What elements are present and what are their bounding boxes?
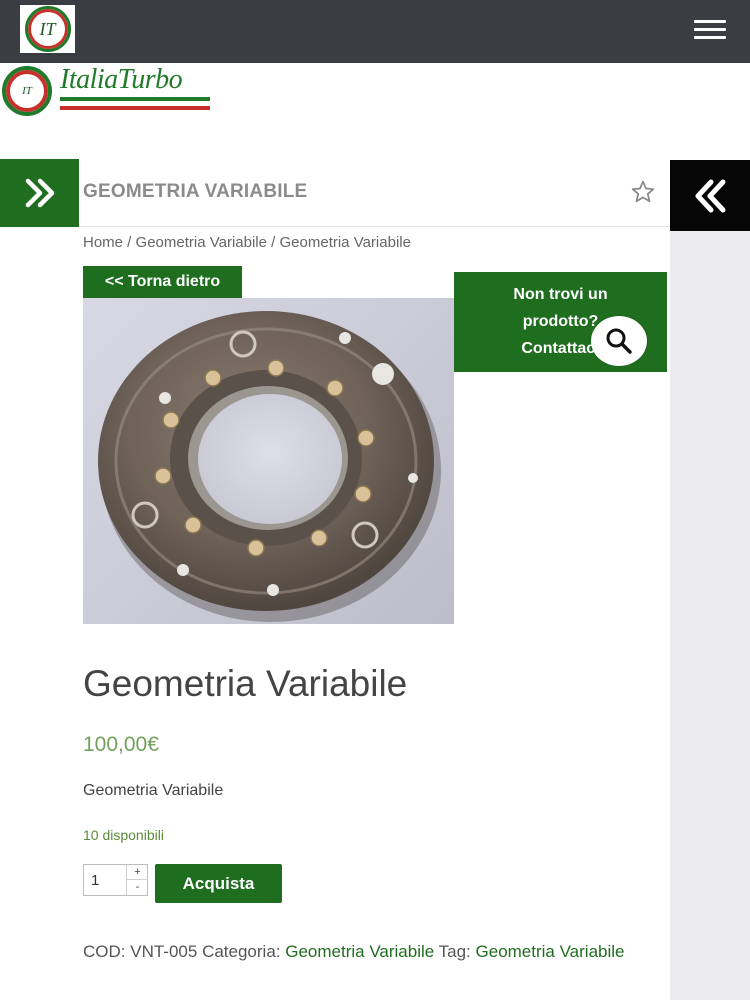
quantity-spinner[interactable]: + - xyxy=(126,865,148,895)
add-to-cart-button[interactable]: Acquista xyxy=(155,864,282,903)
search-icon xyxy=(606,328,632,354)
breadcrumb-separator: / xyxy=(266,234,280,251)
breadcrumb-category-link[interactable]: Geometria Variabile xyxy=(136,234,267,251)
brand-logo[interactable]: IT ItaliaTurbo xyxy=(2,64,214,116)
product-price: 100,00€ xyxy=(83,733,159,756)
category-link[interactable]: Geometria Variabile xyxy=(285,942,434,961)
quantity-stepper[interactable]: 1 + - xyxy=(83,864,148,896)
right-sidebar xyxy=(670,160,750,1000)
cod-label: COD: xyxy=(83,942,126,961)
cod-value: VNT-005 xyxy=(130,942,198,961)
vnt-ring-image xyxy=(98,311,441,622)
logo-emblem: IT xyxy=(24,6,71,52)
product-title: Geometria Variabile xyxy=(83,663,408,704)
breadcrumb-separator: / xyxy=(123,234,136,251)
open-right-sidebar-button[interactable] xyxy=(670,160,750,231)
breadcrumb-current: Geometria Variabile xyxy=(279,234,411,251)
breadcrumb-home-link[interactable]: Home xyxy=(83,234,123,251)
brand-badge-text: IT xyxy=(22,85,32,97)
double-chevron-right-icon xyxy=(25,178,54,208)
category-label: Categoria: xyxy=(202,942,281,961)
brand-name: ItaliaTurbo xyxy=(60,64,183,95)
open-sidebar-button[interactable] xyxy=(0,159,79,227)
increment-button[interactable]: + xyxy=(127,865,148,880)
cta-line: Non trovi un xyxy=(513,286,608,303)
logo-text: IT xyxy=(39,18,56,39)
back-button[interactable]: << Torna dietro xyxy=(83,266,242,298)
site-logo[interactable]: IT xyxy=(20,5,75,53)
search-button[interactable] xyxy=(591,316,647,366)
double-chevron-left-icon xyxy=(695,179,726,212)
star-icon[interactable] xyxy=(630,179,656,205)
product-short-description: Geometria Variabile xyxy=(83,782,224,799)
decrement-button[interactable]: - xyxy=(127,880,148,895)
flag-stripes xyxy=(60,97,210,111)
quantity-value[interactable]: 1 xyxy=(91,872,99,889)
brand-emblem: IT xyxy=(2,66,52,116)
product-image[interactable] xyxy=(83,298,454,624)
hamburger-menu-icon[interactable] xyxy=(690,16,730,44)
breadcrumb: Home / Geometria Variabile / Geometria V… xyxy=(83,234,411,251)
stock-status: 10 disponibili xyxy=(83,827,164,843)
product-meta: COD: VNT-005 Categoria: Geometria Variab… xyxy=(83,938,653,965)
top-navigation-bar: IT xyxy=(0,0,750,63)
tag-link[interactable]: Geometria Variabile xyxy=(476,942,625,961)
tag-label: Tag: xyxy=(438,942,471,961)
page-title: GEOMETRIA VARIABILE xyxy=(83,181,308,202)
divider xyxy=(79,226,670,227)
